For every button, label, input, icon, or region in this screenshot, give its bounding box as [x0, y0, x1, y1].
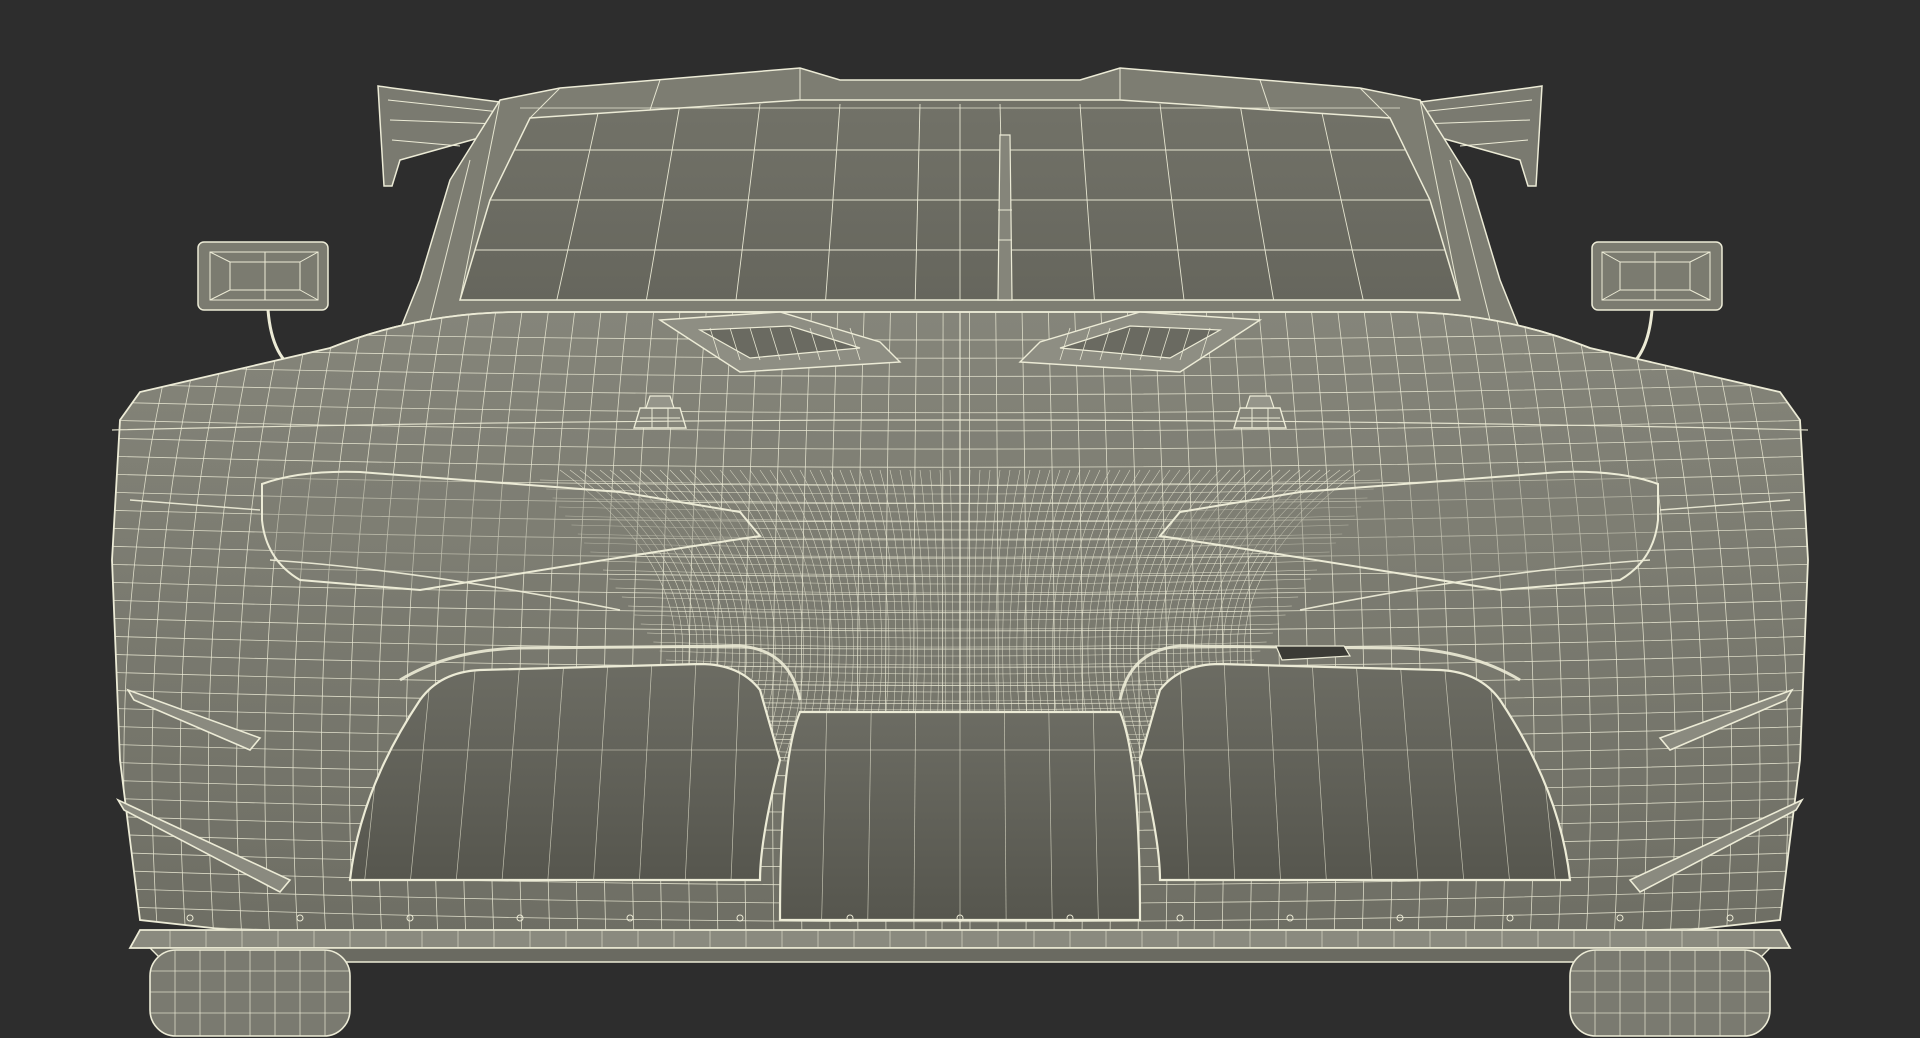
render-viewport	[0, 0, 1920, 1038]
front-wheels	[149, 949, 1771, 1037]
car-wireframe-render	[111, 67, 1809, 1037]
roof-and-windshield	[398, 67, 1522, 331]
